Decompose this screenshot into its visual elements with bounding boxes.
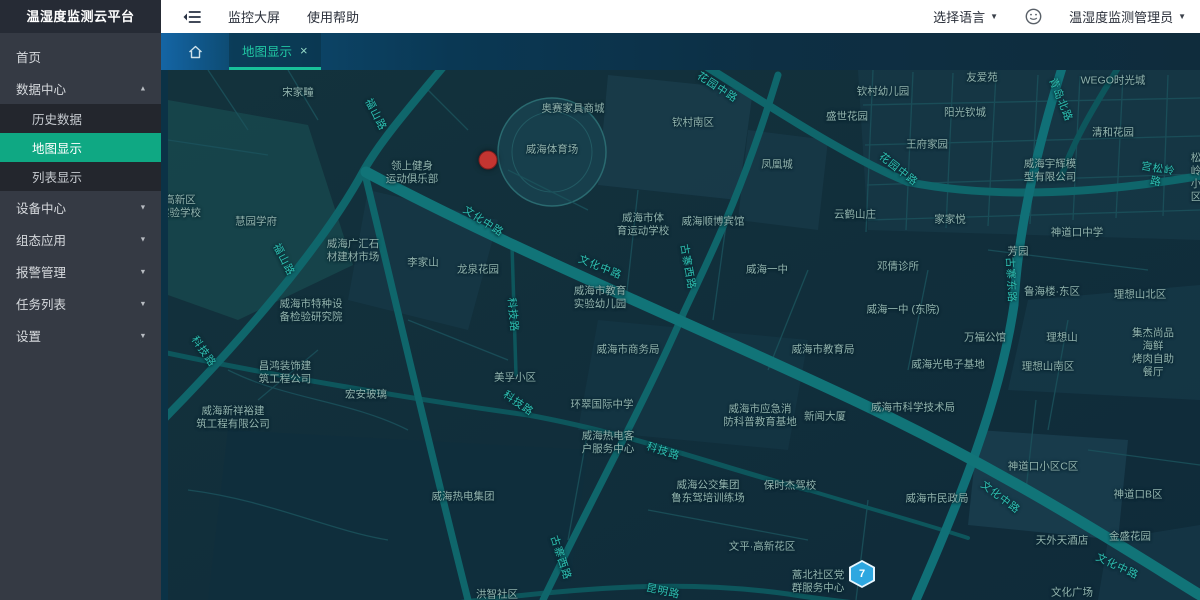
chevron-down-icon: ▼: [139, 299, 146, 307]
chevron-down-icon: ▼: [139, 331, 146, 339]
menu-fold-icon[interactable]: [183, 10, 201, 24]
chevron-down-icon: ▼: [139, 203, 146, 211]
tab-close-icon[interactable]: ×: [300, 43, 308, 58]
chevron-down-icon: ▼: [990, 12, 998, 21]
language-select[interactable]: 选择语言 ▼: [933, 7, 998, 26]
home-icon[interactable]: [188, 45, 203, 59]
nav-monitor-screen[interactable]: 监控大屏: [228, 7, 280, 26]
sidebar-menu: 首页数据中心▲历史数据地图显示列表显示设备中心▼组态应用▼报警管理▼任务列表▼设…: [0, 33, 161, 351]
cluster-marker[interactable]: 7: [849, 560, 875, 588]
user-name: 温湿度监测管理员: [1069, 7, 1173, 26]
sidebar-item-label: 组态应用: [16, 230, 66, 249]
app-window: 温湿度监测云平台 首页数据中心▲历史数据地图显示列表显示设备中心▼组态应用▼报警…: [0, 0, 1200, 600]
map[interactable]: 福山路福山路文化中路文化中路文化中路文化中路花园中路花园中路宫松岭路古寨西路古寨…: [168, 70, 1200, 600]
sidebar-submenu: 历史数据地图显示列表显示: [0, 104, 161, 191]
sidebar-item-list-display[interactable]: 列表显示: [0, 162, 161, 191]
sidebar-item-home[interactable]: 首页: [0, 40, 161, 72]
content-area: 福山路福山路文化中路文化中路文化中路文化中路花园中路花园中路宫松岭路古寨西路古寨…: [161, 70, 1200, 600]
sidebar: 温湿度监测云平台 首页数据中心▲历史数据地图显示列表显示设备中心▼组态应用▼报警…: [0, 0, 161, 600]
language-select-label: 选择语言: [933, 7, 985, 26]
service-icon[interactable]: [1025, 8, 1042, 25]
chevron-up-icon: ▲: [139, 84, 146, 92]
app-title: 温湿度监测云平台: [0, 0, 161, 33]
chevron-down-icon: ▼: [139, 235, 146, 243]
chevron-down-icon: ▼: [1178, 12, 1186, 21]
sidebar-item-label: 设置: [16, 326, 41, 345]
sidebar-item-settings[interactable]: 设置 ▼: [0, 319, 161, 351]
tab-label: 地图显示: [242, 41, 292, 60]
sidebar-item-label: 数据中心: [16, 79, 66, 98]
sidebar-item-label: 首页: [16, 47, 41, 66]
sidebar-item-device-center[interactable]: 设备中心 ▼: [0, 191, 161, 223]
sidebar-item-label: 设备中心: [16, 198, 66, 217]
alarm-dot-marker[interactable]: [479, 151, 498, 170]
tab-map-display[interactable]: 地图显示 ×: [229, 33, 321, 70]
sidebar-item-label: 任务列表: [16, 294, 66, 313]
topbar: 监控大屏 使用帮助 选择语言 ▼ 温湿度监测管理员 ▼: [161, 0, 1200, 33]
nav-help[interactable]: 使用帮助: [307, 7, 359, 26]
chevron-down-icon: ▼: [139, 267, 146, 275]
sidebar-item-alarm-management[interactable]: 报警管理 ▼: [0, 255, 161, 287]
sidebar-item-label: 报警管理: [16, 262, 66, 281]
sidebar-item-map-display[interactable]: 地图显示: [0, 133, 161, 162]
sidebar-item-data-center[interactable]: 数据中心 ▲: [0, 72, 161, 104]
sidebar-item-scada-apps[interactable]: 组态应用 ▼: [0, 223, 161, 255]
sidebar-item-task-list[interactable]: 任务列表 ▼: [0, 287, 161, 319]
tab-bar: 地图显示 ×: [161, 33, 1200, 70]
user-menu[interactable]: 温湿度监测管理员 ▼: [1069, 7, 1186, 26]
map-marker-layer: 7: [168, 70, 1200, 600]
sidebar-item-history-data[interactable]: 历史数据: [0, 104, 161, 133]
